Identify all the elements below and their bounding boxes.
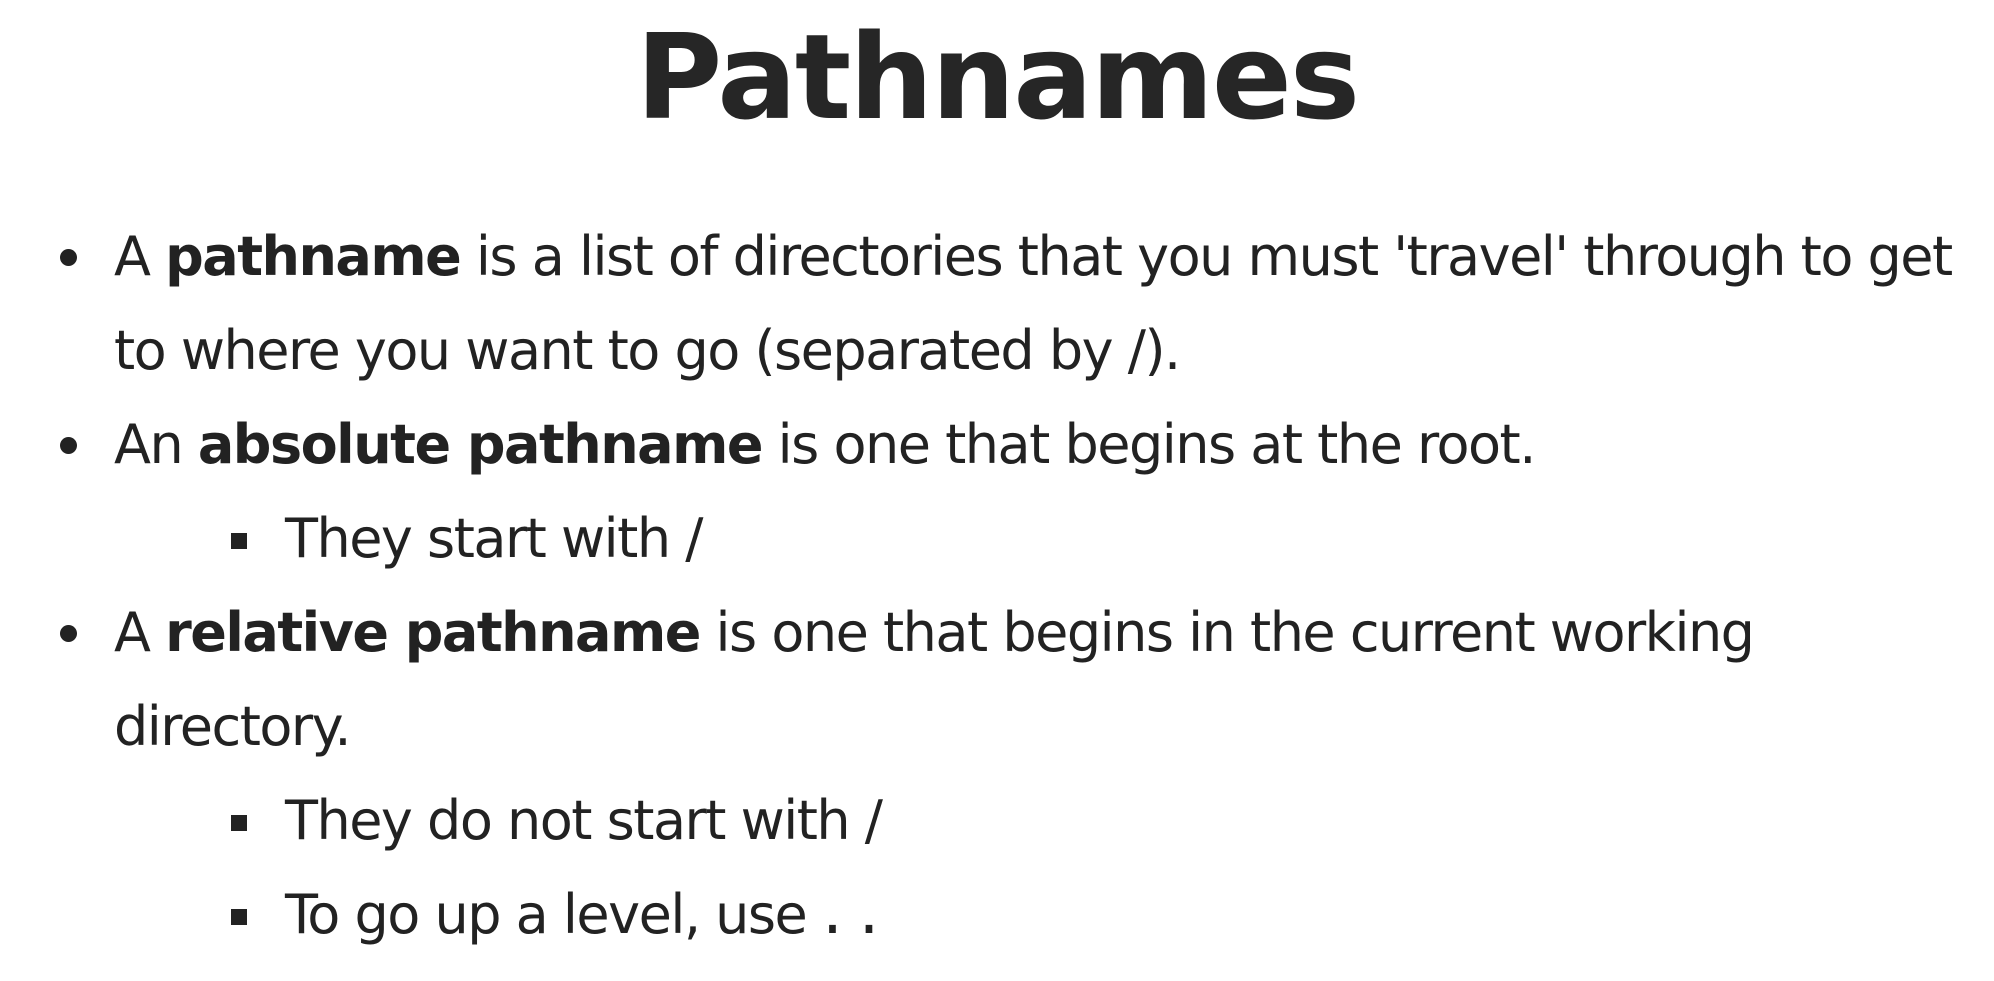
bullet-term: absolute pathname <box>197 413 764 476</box>
sub-bullet-text: They do not start with / <box>285 789 883 852</box>
bullet-dot <box>60 249 77 266</box>
bullet-item-pathname: A pathname is a list of directories that… <box>0 210 1994 398</box>
bullet-item-absolute-pathname: An absolute pathname is one that begins … <box>0 398 1994 492</box>
slide-title: Pathnames <box>635 8 1360 146</box>
sub-bullet-item: They do not start with / <box>0 774 1994 868</box>
sub-bullet-text: They start with / <box>285 507 703 570</box>
sub-bullet-item: To go up a level, use.. <box>0 868 1994 962</box>
bullet-item-relative-pathname: A relative pathname is one that begins i… <box>0 586 1994 774</box>
sub-bullet-square <box>231 533 247 549</box>
code-dotdot: .. <box>816 883 890 946</box>
slide: Pathnames A pathname is a list of direct… <box>0 0 1994 981</box>
bullet-term: pathname <box>165 225 462 288</box>
sub-bullet-square <box>231 815 247 831</box>
bullet-text-pre: An <box>114 413 198 476</box>
bullet-term: relative pathname <box>165 601 701 664</box>
bullet-text-pre: A <box>114 225 166 288</box>
sub-bullet-text: To go up a level, use <box>285 883 808 946</box>
bullet-text-post: is one that begins at the root. <box>762 413 1537 476</box>
bullet-list: A pathname is a list of directories that… <box>0 210 1994 962</box>
bullet-text-pre: A <box>114 601 166 664</box>
sub-bullet-square <box>231 909 247 925</box>
bullet-dot <box>60 625 77 642</box>
sub-bullet-item: They start with / <box>0 492 1994 586</box>
bullet-dot <box>60 437 77 454</box>
